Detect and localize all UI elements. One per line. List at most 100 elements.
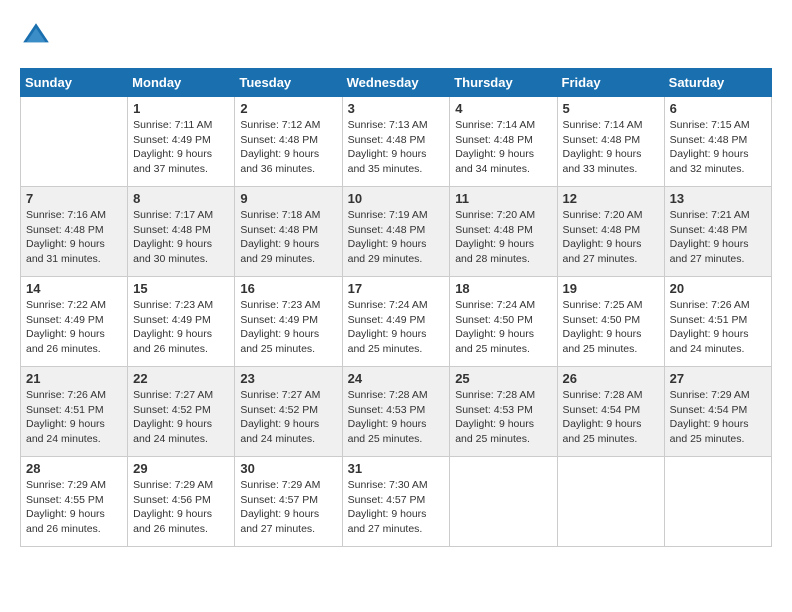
day-info: Sunrise: 7:22 AM Sunset: 4:49 PM Dayligh… [26,298,122,357]
day-number: 5 [563,101,659,116]
day-info: Sunrise: 7:12 AM Sunset: 4:48 PM Dayligh… [240,118,336,177]
day-number: 29 [133,461,229,476]
day-number: 8 [133,191,229,206]
calendar-week-row: 14 Sunrise: 7:22 AM Sunset: 4:49 PM Dayli… [21,277,772,367]
calendar-cell [557,457,664,547]
day-number: 11 [455,191,551,206]
day-info: Sunrise: 7:28 AM Sunset: 4:53 PM Dayligh… [348,388,445,447]
column-header-tuesday: Tuesday [235,69,342,97]
calendar-table: SundayMondayTuesdayWednesdayThursdayFrid… [20,68,772,547]
calendar-cell: 3 Sunrise: 7:13 AM Sunset: 4:48 PM Daylig… [342,97,450,187]
day-info: Sunrise: 7:17 AM Sunset: 4:48 PM Dayligh… [133,208,229,267]
day-info: Sunrise: 7:30 AM Sunset: 4:57 PM Dayligh… [348,478,445,537]
calendar-cell: 27 Sunrise: 7:29 AM Sunset: 4:54 PM Dayli… [664,367,771,457]
calendar-cell: 22 Sunrise: 7:27 AM Sunset: 4:52 PM Dayli… [128,367,235,457]
calendar-cell: 16 Sunrise: 7:23 AM Sunset: 4:49 PM Dayli… [235,277,342,367]
day-number: 25 [455,371,551,386]
calendar-cell: 26 Sunrise: 7:28 AM Sunset: 4:54 PM Dayli… [557,367,664,457]
day-number: 21 [26,371,122,386]
day-number: 24 [348,371,445,386]
day-number: 12 [563,191,659,206]
calendar-week-row: 1 Sunrise: 7:11 AM Sunset: 4:49 PM Daylig… [21,97,772,187]
day-info: Sunrise: 7:14 AM Sunset: 4:48 PM Dayligh… [563,118,659,177]
day-info: Sunrise: 7:29 AM Sunset: 4:55 PM Dayligh… [26,478,122,537]
calendar-cell: 11Sunrise: 7:20 AM Sunset: 4:48 PM Dayli… [450,187,557,277]
calendar-cell: 13Sunrise: 7:21 AM Sunset: 4:48 PM Dayli… [664,187,771,277]
calendar-week-row: 21 Sunrise: 7:26 AM Sunset: 4:51 PM Dayli… [21,367,772,457]
day-number: 15 [133,281,229,296]
calendar-cell: 15 Sunrise: 7:23 AM Sunset: 4:49 PM Dayli… [128,277,235,367]
calendar-cell: 5 Sunrise: 7:14 AM Sunset: 4:48 PM Daylig… [557,97,664,187]
day-number: 13 [670,191,766,206]
calendar-cell: 23Sunrise: 7:27 AM Sunset: 4:52 PM Dayli… [235,367,342,457]
calendar-cell: 17 Sunrise: 7:24 AM Sunset: 4:49 PM Dayli… [342,277,450,367]
day-info: Sunrise: 7:28 AM Sunset: 4:53 PM Dayligh… [455,388,551,447]
day-number: 10 [348,191,445,206]
day-info: Sunrise: 7:29 AM Sunset: 4:57 PM Dayligh… [240,478,336,537]
calendar-cell: 6Sunrise: 7:15 AM Sunset: 4:48 PM Daylig… [664,97,771,187]
column-header-monday: Monday [128,69,235,97]
day-info: Sunrise: 7:18 AM Sunset: 4:48 PM Dayligh… [240,208,336,267]
day-number: 7 [26,191,122,206]
column-header-wednesday: Wednesday [342,69,450,97]
day-info: Sunrise: 7:29 AM Sunset: 4:54 PM Dayligh… [670,388,766,447]
day-info: Sunrise: 7:27 AM Sunset: 4:52 PM Dayligh… [240,388,336,447]
day-number: 28 [26,461,122,476]
calendar-cell: 20 Sunrise: 7:26 AM Sunset: 4:51 PM Dayli… [664,277,771,367]
day-info: Sunrise: 7:26 AM Sunset: 4:51 PM Dayligh… [26,388,122,447]
day-info: Sunrise: 7:24 AM Sunset: 4:50 PM Dayligh… [455,298,551,357]
day-info: Sunrise: 7:26 AM Sunset: 4:51 PM Dayligh… [670,298,766,357]
calendar-cell: 12 Sunrise: 7:20 AM Sunset: 4:48 PM Dayli… [557,187,664,277]
day-info: Sunrise: 7:13 AM Sunset: 4:48 PM Dayligh… [348,118,445,177]
column-header-thursday: Thursday [450,69,557,97]
day-number: 19 [563,281,659,296]
day-number: 1 [133,101,229,116]
day-info: Sunrise: 7:19 AM Sunset: 4:48 PM Dayligh… [348,208,445,267]
day-number: 18 [455,281,551,296]
day-number: 27 [670,371,766,386]
column-header-friday: Friday [557,69,664,97]
day-number: 26 [563,371,659,386]
day-info: Sunrise: 7:28 AM Sunset: 4:54 PM Dayligh… [563,388,659,447]
day-info: Sunrise: 7:23 AM Sunset: 4:49 PM Dayligh… [240,298,336,357]
day-info: Sunrise: 7:15 AM Sunset: 4:48 PM Dayligh… [670,118,766,177]
calendar-cell: 14 Sunrise: 7:22 AM Sunset: 4:49 PM Dayli… [21,277,128,367]
logo [20,20,56,52]
day-info: Sunrise: 7:25 AM Sunset: 4:50 PM Dayligh… [563,298,659,357]
day-number: 9 [240,191,336,206]
page-header [20,20,772,52]
calendar-cell: 10 Sunrise: 7:19 AM Sunset: 4:48 PM Dayli… [342,187,450,277]
day-number: 14 [26,281,122,296]
calendar-cell: 30Sunrise: 7:29 AM Sunset: 4:57 PM Dayli… [235,457,342,547]
calendar-cell [450,457,557,547]
day-info: Sunrise: 7:23 AM Sunset: 4:49 PM Dayligh… [133,298,229,357]
calendar-cell: 31 Sunrise: 7:30 AM Sunset: 4:57 PM Dayli… [342,457,450,547]
calendar-week-row: 7 Sunrise: 7:16 AM Sunset: 4:48 PM Daylig… [21,187,772,277]
calendar-week-row: 28 Sunrise: 7:29 AM Sunset: 4:55 PM Dayli… [21,457,772,547]
column-header-saturday: Saturday [664,69,771,97]
day-number: 3 [348,101,445,116]
column-header-sunday: Sunday [21,69,128,97]
calendar-cell [21,97,128,187]
day-number: 20 [670,281,766,296]
day-info: Sunrise: 7:24 AM Sunset: 4:49 PM Dayligh… [348,298,445,357]
day-number: 22 [133,371,229,386]
day-info: Sunrise: 7:20 AM Sunset: 4:48 PM Dayligh… [563,208,659,267]
calendar-cell [664,457,771,547]
day-info: Sunrise: 7:16 AM Sunset: 4:48 PM Dayligh… [26,208,122,267]
day-info: Sunrise: 7:27 AM Sunset: 4:52 PM Dayligh… [133,388,229,447]
calendar-cell: 21 Sunrise: 7:26 AM Sunset: 4:51 PM Dayli… [21,367,128,457]
calendar-cell: 2Sunrise: 7:12 AM Sunset: 4:48 PM Daylig… [235,97,342,187]
day-number: 4 [455,101,551,116]
day-number: 16 [240,281,336,296]
calendar-cell: 24 Sunrise: 7:28 AM Sunset: 4:53 PM Dayli… [342,367,450,457]
calendar-cell: 18 Sunrise: 7:24 AM Sunset: 4:50 PM Dayli… [450,277,557,367]
day-number: 17 [348,281,445,296]
calendar-cell: 25 Sunrise: 7:28 AM Sunset: 4:53 PM Dayli… [450,367,557,457]
day-info: Sunrise: 7:11 AM Sunset: 4:49 PM Dayligh… [133,118,229,177]
day-info: Sunrise: 7:29 AM Sunset: 4:56 PM Dayligh… [133,478,229,537]
day-number: 31 [348,461,445,476]
calendar-cell: 1 Sunrise: 7:11 AM Sunset: 4:49 PM Daylig… [128,97,235,187]
calendar-cell: 8 Sunrise: 7:17 AM Sunset: 4:48 PM Daylig… [128,187,235,277]
calendar-cell: 19 Sunrise: 7:25 AM Sunset: 4:50 PM Dayli… [557,277,664,367]
